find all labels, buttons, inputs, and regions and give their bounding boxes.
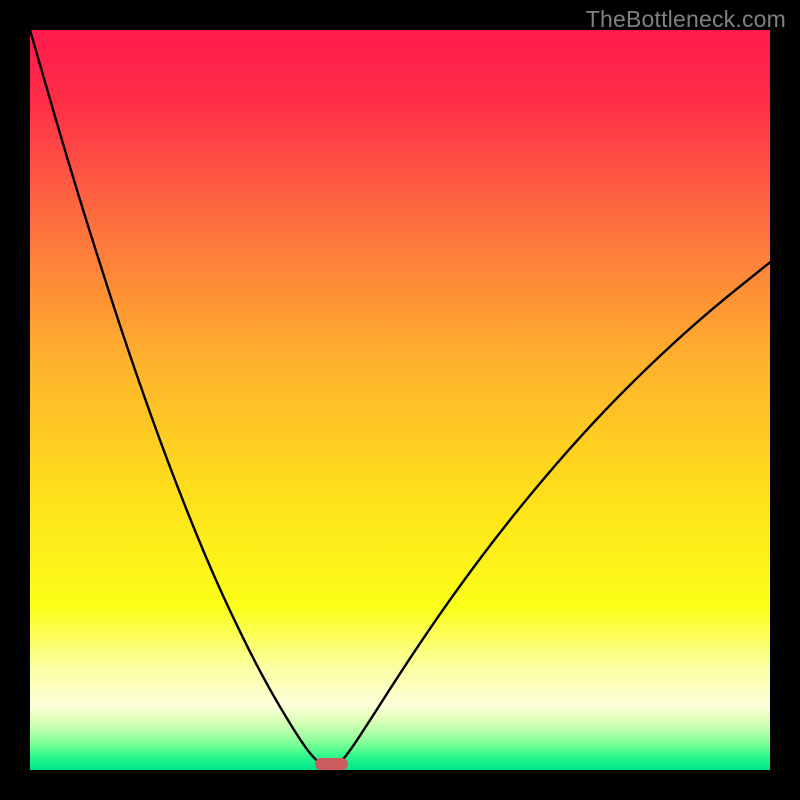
watermark-text: TheBottleneck.com (586, 6, 786, 33)
plot-area (30, 30, 770, 770)
background-gradient (30, 30, 770, 770)
chart-frame: TheBottleneck.com (0, 0, 800, 800)
optimal-marker (315, 758, 348, 770)
